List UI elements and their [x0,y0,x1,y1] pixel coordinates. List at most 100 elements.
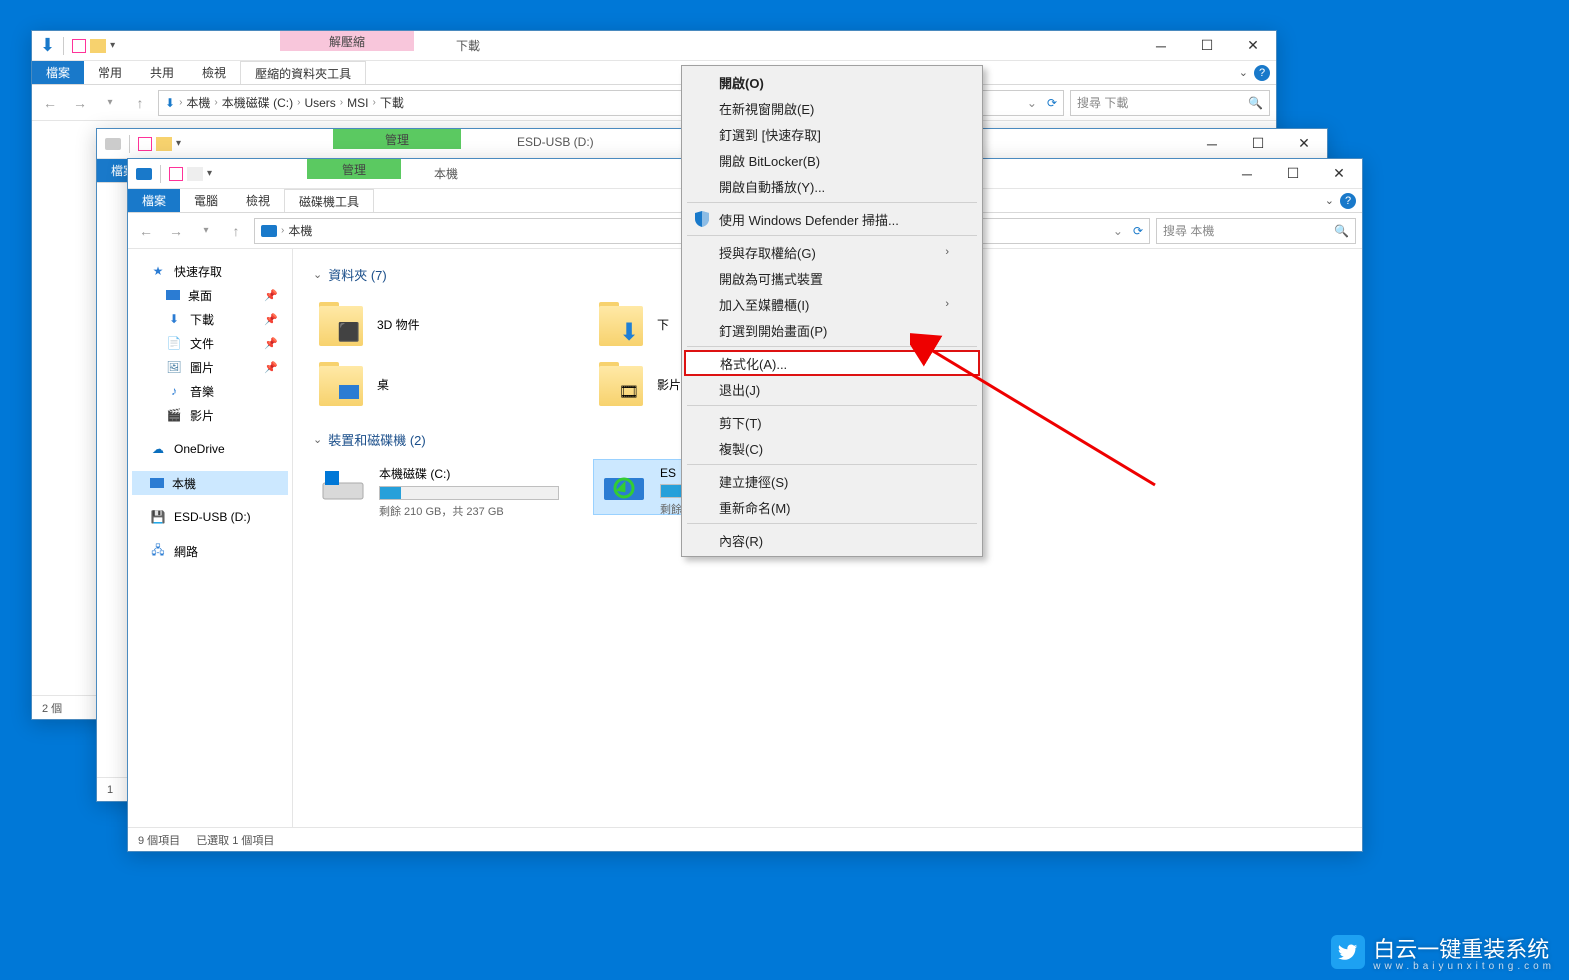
menu-defender-scan[interactable]: 使用 Windows Defender 掃描... [685,206,979,232]
menu-pin-quick-access[interactable]: 釘選到 [快速存取] [685,121,979,147]
dropdown-icon[interactable]: ▾ [110,40,115,51]
close-button[interactable]: ✕ [1230,31,1276,61]
pin-icon: 📌 [264,337,278,350]
ribbon-tabs: 檔案 常用 共用 檢視 壓縮的資料夾工具 ⌄ ? [32,61,1276,85]
computer-icon [261,225,277,237]
chevron-down-icon[interactable]: ⌄ [1239,66,1248,79]
window-title: ESD-USB (D:) [517,135,594,149]
refresh-icon[interactable]: ⟳ [1047,96,1057,110]
minimize-button[interactable]: ─ [1224,159,1270,189]
nav-videos[interactable]: 🎬影片 [132,403,288,427]
nav-documents[interactable]: 📄文件📌 [132,331,288,355]
nav-esd-usb[interactable]: 💾ESD-USB (D:) [132,505,288,529]
menu-bitlocker[interactable]: 開啟 BitLocker(B) [685,147,979,173]
folder-icon[interactable] [156,137,172,151]
crumb[interactable]: Users [304,96,335,110]
close-button[interactable]: ✕ [1316,159,1362,189]
minimize-button[interactable]: ─ [1189,129,1235,159]
forward-button[interactable]: → [164,219,188,243]
crumb[interactable]: 本機磁碟 (C:) [222,94,293,111]
menu-copy[interactable]: 複製(C) [685,435,979,461]
nav-this-pc[interactable]: 本機 [132,471,288,495]
menu-grant-access[interactable]: 授與存取權給(G)› [685,239,979,265]
search-placeholder: 搜尋 本機 [1163,222,1214,239]
menu-add-library[interactable]: 加入至媒體櫃(I)› [685,291,979,317]
nav-label: 下載 [190,311,214,328]
context-menu: 開啟(O) 在新視窗開啟(E) 釘選到 [快速存取] 開啟 BitLocker(… [681,65,983,557]
menu-label: 開啟(O) [719,73,764,92]
minimize-button[interactable]: ─ [1138,31,1184,61]
app-icon: ⬇ [40,35,55,56]
folder-label: 影片 [657,376,681,393]
menu-cut[interactable]: 剪下(T) [685,409,979,435]
quick-access-toolbar: ▾ [128,165,220,183]
tab-file[interactable]: 檔案 [128,189,180,212]
menu-format[interactable]: 格式化(A)... [684,350,980,376]
menu-open-new-window[interactable]: 在新視窗開啟(E) [685,95,979,121]
window-controls: ─ ☐ ✕ [1138,31,1276,61]
dropdown-icon[interactable]: ▾ [207,168,212,179]
menu-autoplay[interactable]: 開啟自動播放(Y)... [685,173,979,199]
search-field[interactable]: 搜尋 下載 🔍 [1070,90,1270,116]
dropdown-icon[interactable]: ▾ [176,138,181,149]
nav-pictures[interactable]: 🖼圖片📌 [132,355,288,379]
refresh-icon[interactable]: ⟳ [1133,224,1143,238]
help-icon[interactable]: ? [1340,193,1356,209]
search-field[interactable]: 搜尋 本機 🔍 [1156,218,1356,244]
menu-eject[interactable]: 退出(J) [685,376,979,402]
nav-downloads[interactable]: ⬇下載📌 [132,307,288,331]
checkbox-icon[interactable] [138,137,152,151]
menu-label: 重新命名(M) [719,498,791,517]
maximize-button[interactable]: ☐ [1270,159,1316,189]
tab-extract-tools[interactable]: 壓縮的資料夾工具 [240,61,366,84]
checkbox-icon[interactable] [72,39,86,53]
menu-separator [687,523,977,524]
tab-computer[interactable]: 電腦 [180,189,232,212]
properties-icon[interactable] [187,167,203,181]
menu-label: 使用 Windows Defender 掃描... [719,210,899,229]
tab-drive-tools[interactable]: 磁碟機工具 [284,189,374,212]
nav-label: OneDrive [174,442,225,456]
tab-view[interactable]: 檢視 [232,189,284,212]
tab-file[interactable]: 檔案 [32,61,84,84]
nav-network[interactable]: 🖧網路 [132,539,288,563]
nav-music[interactable]: ♪音樂 [132,379,288,403]
checkbox-icon[interactable] [169,167,183,181]
up-button[interactable]: ↑ [224,219,248,243]
nav-desktop[interactable]: 桌面📌 [132,283,288,307]
dropdown-icon[interactable]: ⌄ [1113,224,1123,238]
history-dropdown[interactable]: ▾ [194,219,218,243]
menu-open-portable[interactable]: 開啟為可攜式裝置 [685,265,979,291]
dropdown-icon[interactable]: ⌄ [1027,96,1037,110]
history-dropdown[interactable]: ▾ [98,91,122,115]
crumb[interactable]: 本機 [288,222,312,239]
menu-pin-start[interactable]: 釘選到開始畫面(P) [685,317,979,343]
maximize-button[interactable]: ☐ [1184,31,1230,61]
tab-share[interactable]: 共用 [136,61,188,84]
search-icon: 🔍 [1334,224,1349,238]
forward-button[interactable]: → [68,91,92,115]
crumb[interactable]: 本機 [186,94,210,111]
crumb[interactable]: MSI [347,96,368,110]
up-button[interactable]: ↑ [128,91,152,115]
back-button[interactable]: ← [38,91,62,115]
back-button[interactable]: ← [134,219,158,243]
folder-icon[interactable] [90,39,106,53]
maximize-button[interactable]: ☐ [1235,129,1281,159]
chevron-right-icon: › [179,97,182,108]
chevron-down-icon[interactable]: ⌄ [1325,194,1334,207]
nav-onedrive[interactable]: ☁OneDrive [132,437,288,461]
crumb[interactable]: 下載 [380,94,404,111]
folder-3d-objects[interactable]: ⬛ 3D 物件 [313,294,593,354]
menu-properties[interactable]: 內容(R) [685,527,979,553]
nav-quick-access[interactable]: ★快速存取 [132,259,288,283]
drive-c[interactable]: 本機磁碟 (C:) 剩餘 210 GB，共 237 GB [313,459,593,515]
menu-rename[interactable]: 重新命名(M) [685,494,979,520]
close-button[interactable]: ✕ [1281,129,1327,159]
help-icon[interactable]: ? [1254,65,1270,81]
folder-desktop[interactable]: 桌 [313,354,593,414]
tab-home[interactable]: 常用 [84,61,136,84]
menu-open[interactable]: 開啟(O) [685,69,979,95]
menu-create-shortcut[interactable]: 建立捷徑(S) [685,468,979,494]
tab-view[interactable]: 檢視 [188,61,240,84]
